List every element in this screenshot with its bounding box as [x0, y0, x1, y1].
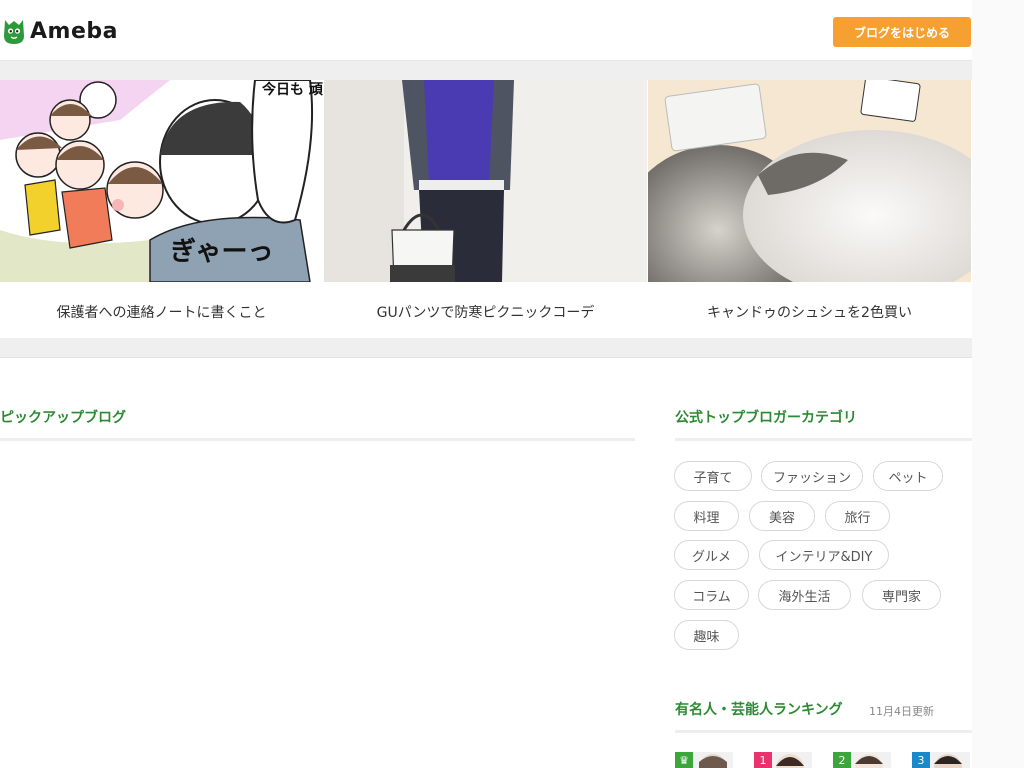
category-tag[interactable]: コラム [674, 580, 749, 610]
category-tag[interactable]: ファッション [761, 461, 863, 491]
divider-band [0, 338, 972, 358]
rank-badge: 3 [912, 752, 930, 768]
category-tag[interactable]: 専門家 [862, 580, 941, 610]
slide-image-fashion [324, 80, 647, 282]
category-tag[interactable]: 海外生活 [758, 580, 851, 610]
carousel-item[interactable]: GUパンツで防寒ピクニックコーデ [324, 80, 647, 338]
start-blog-button[interactable]: ブログをはじめる [833, 17, 971, 47]
ranking-updated-date: 11月4日更新 [869, 705, 934, 718]
ranking-title: 有名人・芸能人ランキング [675, 702, 843, 718]
ranking-thumbnail[interactable]: 1 [754, 752, 812, 768]
manga-speech-text: 今日も 頑張ったね〜! [261, 81, 323, 98]
rank-badge: 1 [754, 752, 772, 768]
featured-carousel: 今日も 頑張ったね〜! ぎゃーっ 保護者への連絡ノートに書くこと [0, 80, 972, 338]
section-divider [0, 438, 635, 441]
carousel-item[interactable]: 今日も 頑張ったね〜! ぎゃーっ 保護者への連絡ノートに書くこと [0, 80, 323, 338]
crown-icon: ♛ [675, 752, 693, 768]
category-tag[interactable]: 旅行 [825, 501, 890, 531]
ameba-monster-icon [4, 20, 24, 44]
category-section-title: 公式トップブロガーカテゴリ [675, 410, 857, 426]
page: Ameba ブログをはじめる 今日も 頑 ぎゃーっ 保護者への連絡ノートに書くこ… [0, 0, 972, 768]
category-tag[interactable]: 美容 [749, 501, 815, 531]
slide-caption[interactable]: キャンドゥのシュシュを2色買い [648, 302, 971, 322]
slide-image-manga: 今日も 頑張ったね〜! ぎゃーっ [0, 80, 323, 282]
category-tag[interactable]: 子育て [674, 461, 752, 491]
ranking-thumbnail[interactable]: ♛ [675, 752, 733, 768]
category-tag[interactable]: 趣味 [674, 620, 739, 650]
ranking-thumbnail[interactable]: 3 [912, 752, 970, 768]
pickup-blog-title: ピックアップブログ [0, 410, 126, 426]
slide-caption[interactable]: 保護者への連絡ノートに書くこと [0, 302, 323, 322]
slide-caption[interactable]: GUパンツで防寒ピクニックコーデ [324, 302, 647, 322]
manga-sfx-text: ぎゃーっ [170, 237, 273, 267]
category-tag[interactable]: 料理 [674, 501, 739, 531]
carousel-item[interactable]: キャンドゥのシュシュを2色買い [648, 80, 971, 338]
category-tag[interactable]: ペット [873, 461, 943, 491]
ranking-thumbnail[interactable]: 2 [833, 752, 891, 768]
divider-band [0, 61, 972, 80]
ameba-logo[interactable]: Ameba [2, 14, 118, 48]
window-gutter [972, 0, 1024, 768]
rank-badge: 2 [833, 752, 851, 768]
category-tag[interactable]: インテリア&DIY [759, 540, 889, 570]
logo-text: Ameba [30, 18, 118, 44]
section-divider [675, 730, 972, 733]
site-header: Ameba ブログをはじめる [0, 0, 972, 61]
category-tag[interactable]: グルメ [674, 540, 749, 570]
section-divider [675, 438, 972, 441]
slide-image-scrunchie [648, 80, 971, 282]
